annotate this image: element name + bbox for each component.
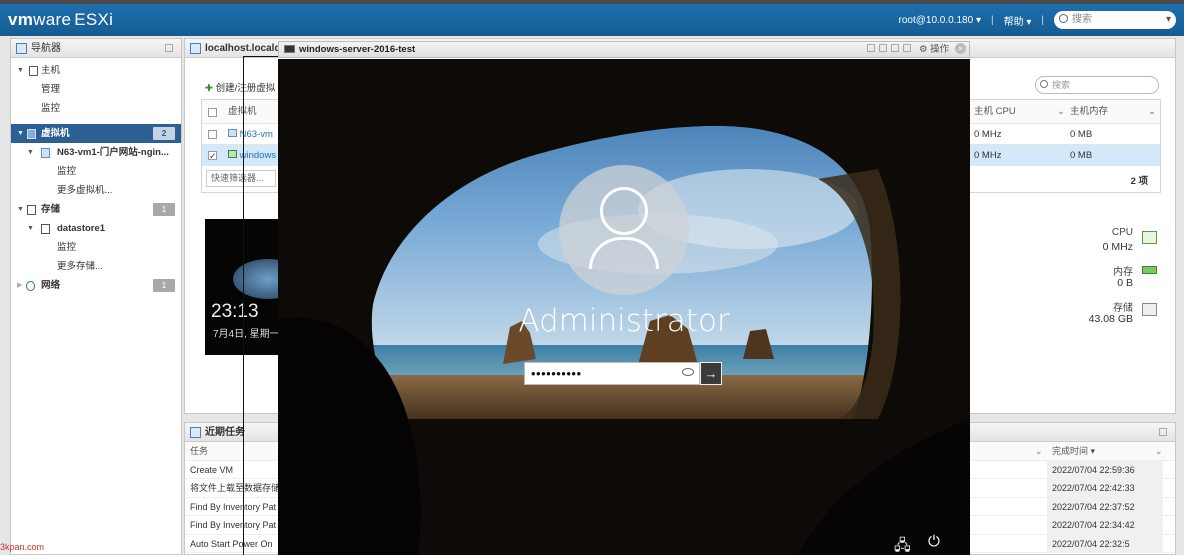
nav-item-network[interactable]: ▶ 网络 1 [11, 276, 181, 295]
fullscreen-icon[interactable] [903, 44, 911, 52]
nav-item-host[interactable]: ▼ 主机 [11, 61, 181, 80]
navigator-title: 导航器 [31, 43, 61, 54]
user-avatar [559, 165, 689, 295]
maximize-icon[interactable] [891, 44, 899, 52]
nav-item-vm-monitor[interactable]: 监控 [11, 162, 181, 181]
pin-icon[interactable] [1159, 428, 1167, 436]
actions-menu[interactable]: ⚙ 操作 [919, 42, 949, 57]
login-username: Administrator [518, 303, 730, 339]
host-panel-title: localhost.localdo [205, 43, 287, 54]
resource-cpu: CPU 0 MHz [1035, 227, 1175, 257]
user-avatar-head [600, 187, 648, 235]
expand-icon[interactable]: ▶ [17, 276, 22, 295]
vm-icon [27, 129, 36, 139]
nav-item-vm1[interactable]: ▼ N63-vm1-门户网站-ngin... [11, 143, 181, 162]
expand-icon[interactable]: ▼ [17, 200, 24, 219]
console-title: windows-server-2016-test [299, 44, 416, 55]
memory-icon [1142, 266, 1157, 274]
column-header-host-mem[interactable]: 主机内存 [1070, 100, 1108, 124]
submit-arrow-button[interactable]: → [700, 362, 722, 385]
host-icon [29, 66, 38, 76]
chevron-down-icon[interactable]: ⌄ [1035, 442, 1043, 461]
datastore-icon [41, 224, 50, 234]
power-icon[interactable]: ⏻ [928, 533, 940, 550]
navigator-icon [16, 43, 27, 54]
user-avatar-body [589, 237, 659, 269]
console-title-bar[interactable]: windows-server-2016-test ⚙ 操作 × [278, 41, 970, 58]
nav-item-manage[interactable]: 管理 [11, 80, 181, 99]
search-icon [1040, 80, 1048, 88]
search-icon [1059, 14, 1068, 23]
navigator-panel: 导航器 ▼ 主机 管理 监控 ▼ 虚拟机 2 ▼ N63-vm1-门户网站-ng… [10, 38, 182, 555]
pin-icon[interactable] [165, 44, 173, 52]
host-icon [190, 43, 201, 54]
navigator-header: 导航器 [11, 39, 181, 58]
storage-icon [1142, 303, 1157, 316]
arrow-right-icon: → [704, 366, 718, 381]
restore-icon[interactable] [879, 44, 887, 52]
vm-name-link[interactable]: windows [228, 145, 276, 166]
gear-icon: ⚙ [919, 44, 928, 55]
expand-icon[interactable]: ▼ [17, 124, 24, 143]
top-bar: vmware ESXi root@10.0.0.180 ▾ | 帮助 ▾ | 搜索… [0, 0, 1184, 36]
thumbnail-date: 7月4日, 星期一 [213, 329, 280, 340]
user-menu[interactable]: root@10.0.0.180 ▾ [899, 15, 981, 26]
password-field[interactable]: •••••••••• [524, 362, 700, 385]
row-checkbox[interactable] [208, 130, 217, 139]
vm-count-badge: 2 [153, 127, 175, 140]
chevron-down-icon[interactable]: ⌄ [1155, 442, 1163, 461]
network-icon [26, 281, 35, 291]
vm-search-input[interactable]: 搜索 [1035, 76, 1159, 94]
nav-item-datastore-monitor[interactable]: 监控 [11, 238, 181, 257]
nav-item-host-monitor[interactable]: 监控 [11, 99, 181, 118]
network-status-icon[interactable]: 🖧 [894, 535, 911, 555]
thumbnail-clock: 23:13 [211, 301, 259, 322]
vm-console-screen[interactable]: Administrator •••••••••• → 🖧 ⏻ [278, 59, 970, 555]
quick-filter-input[interactable]: 快速筛选器... [206, 170, 276, 187]
resource-memory: 内存 0 B [1035, 263, 1175, 293]
vm-count: 2 项 [1130, 176, 1148, 187]
column-header-host-cpu[interactable]: 主机 CPU [974, 100, 1016, 124]
nav-item-more-storage[interactable]: 更多存储... [11, 257, 181, 276]
chevron-down-icon[interactable]: ⌄ [1148, 100, 1156, 124]
recent-tasks-title: 近期任务 [205, 427, 245, 438]
reveal-password-icon[interactable] [682, 368, 694, 376]
vm-name-link[interactable]: N63-vm [228, 124, 273, 145]
resource-storage: 存储 43.08 GB [1035, 299, 1175, 329]
row-checkbox[interactable] [208, 146, 217, 167]
expand-icon[interactable]: ▼ [27, 143, 34, 162]
column-header-completed[interactable]: 完成时间 ▾ [1047, 442, 1163, 461]
nav-item-storage[interactable]: ▼ 存储 1 [11, 200, 181, 219]
vm-icon [228, 129, 237, 137]
storage-count-badge: 1 [153, 203, 175, 216]
vm-running-icon [228, 150, 237, 158]
tasks-icon [190, 427, 201, 438]
cpu-icon [1142, 231, 1157, 244]
help-menu[interactable]: 帮助 ▾ [1004, 13, 1032, 28]
vm-icon [41, 148, 50, 158]
add-vm-icon: ✚ [205, 83, 213, 94]
watermark: 3kpan.com [0, 542, 45, 552]
network-count-badge: 1 [153, 279, 175, 292]
close-icon[interactable]: × [955, 43, 966, 54]
column-header-task[interactable]: 任务 [190, 442, 208, 461]
storage-icon [27, 205, 36, 215]
console-window-border [243, 56, 244, 555]
select-all-checkbox[interactable] [208, 108, 217, 117]
vmware-esxi-logo: vmware ESXi [8, 10, 114, 29]
create-register-vm-button[interactable]: ✚ 创建/注册虚拟 [205, 80, 275, 94]
nav-item-more-vms[interactable]: 更多虚拟机... [11, 181, 181, 200]
nav-item-vms[interactable]: ▼ 虚拟机 2 [11, 124, 181, 143]
expand-icon[interactable]: ▼ [17, 61, 24, 80]
top-search-input[interactable]: 搜索 ▾ [1054, 11, 1176, 29]
minimize-icon[interactable] [867, 44, 875, 52]
thumbnail-background [233, 259, 281, 299]
nav-item-datastore1[interactable]: ▼ datastore1 [11, 219, 181, 238]
expand-icon[interactable]: ▼ [27, 219, 34, 238]
chevron-down-icon[interactable]: ▾ [1166, 11, 1171, 29]
console-icon [284, 45, 295, 53]
chevron-down-icon[interactable]: ⌄ [1057, 100, 1065, 124]
